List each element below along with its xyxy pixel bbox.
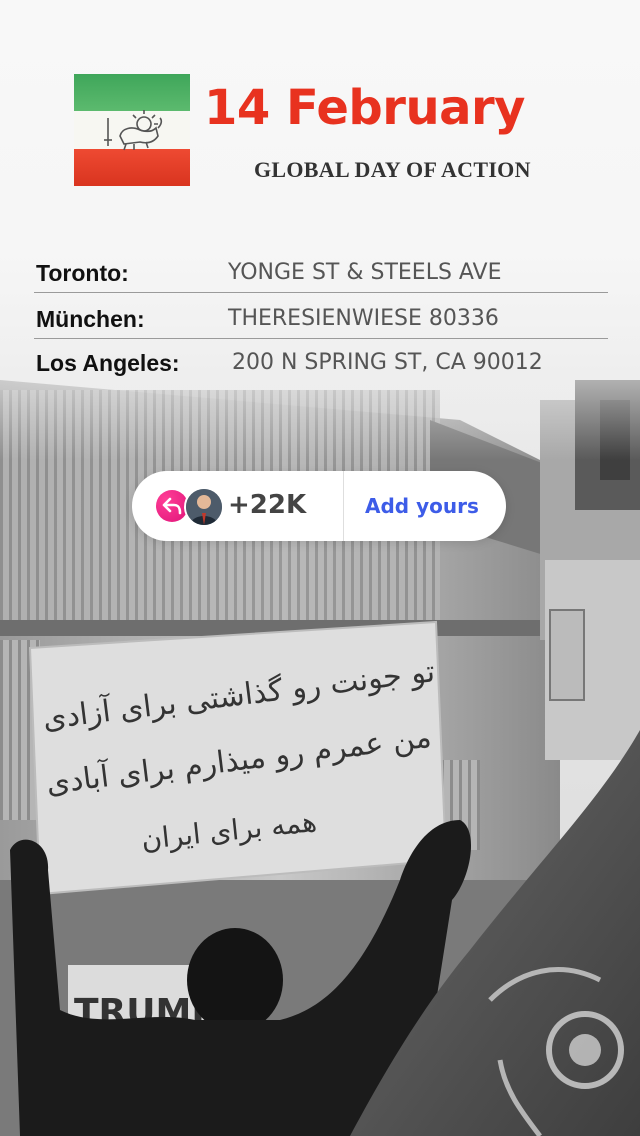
location-address: YONGE ST & STEELS AVE xyxy=(228,260,502,285)
location-city: Los Angeles: xyxy=(36,350,180,376)
lion-and-sun-icon xyxy=(104,110,163,151)
location-row-los-angeles: Los Angeles: 200 N SPRING ST, CA 90012 xyxy=(34,342,608,382)
location-row-munchen: München: THERESIENWIESE 80336 xyxy=(34,298,608,339)
add-yours-button[interactable]: Add yours xyxy=(365,494,479,518)
page-subtitle: GLOBAL DAY OF ACTION xyxy=(254,157,531,182)
location-city: Toronto: xyxy=(36,260,129,286)
add-yours-sticker[interactable]: +22K Add yours xyxy=(132,471,506,541)
pill-divider xyxy=(343,471,344,541)
location-address: THERESIENWIESE 80336 xyxy=(228,306,499,331)
top-fade-overlay xyxy=(0,0,640,460)
location-city: München: xyxy=(36,306,145,332)
location-row-toronto: Toronto: YONGE ST & STEELS AVE xyxy=(34,252,608,293)
page-title: 14 February xyxy=(204,80,525,136)
participant-count: +22K xyxy=(228,490,307,520)
location-address: 200 N SPRING ST, CA 90012 xyxy=(232,350,543,375)
avatar xyxy=(184,487,224,527)
iran-flag-icon xyxy=(74,74,190,186)
